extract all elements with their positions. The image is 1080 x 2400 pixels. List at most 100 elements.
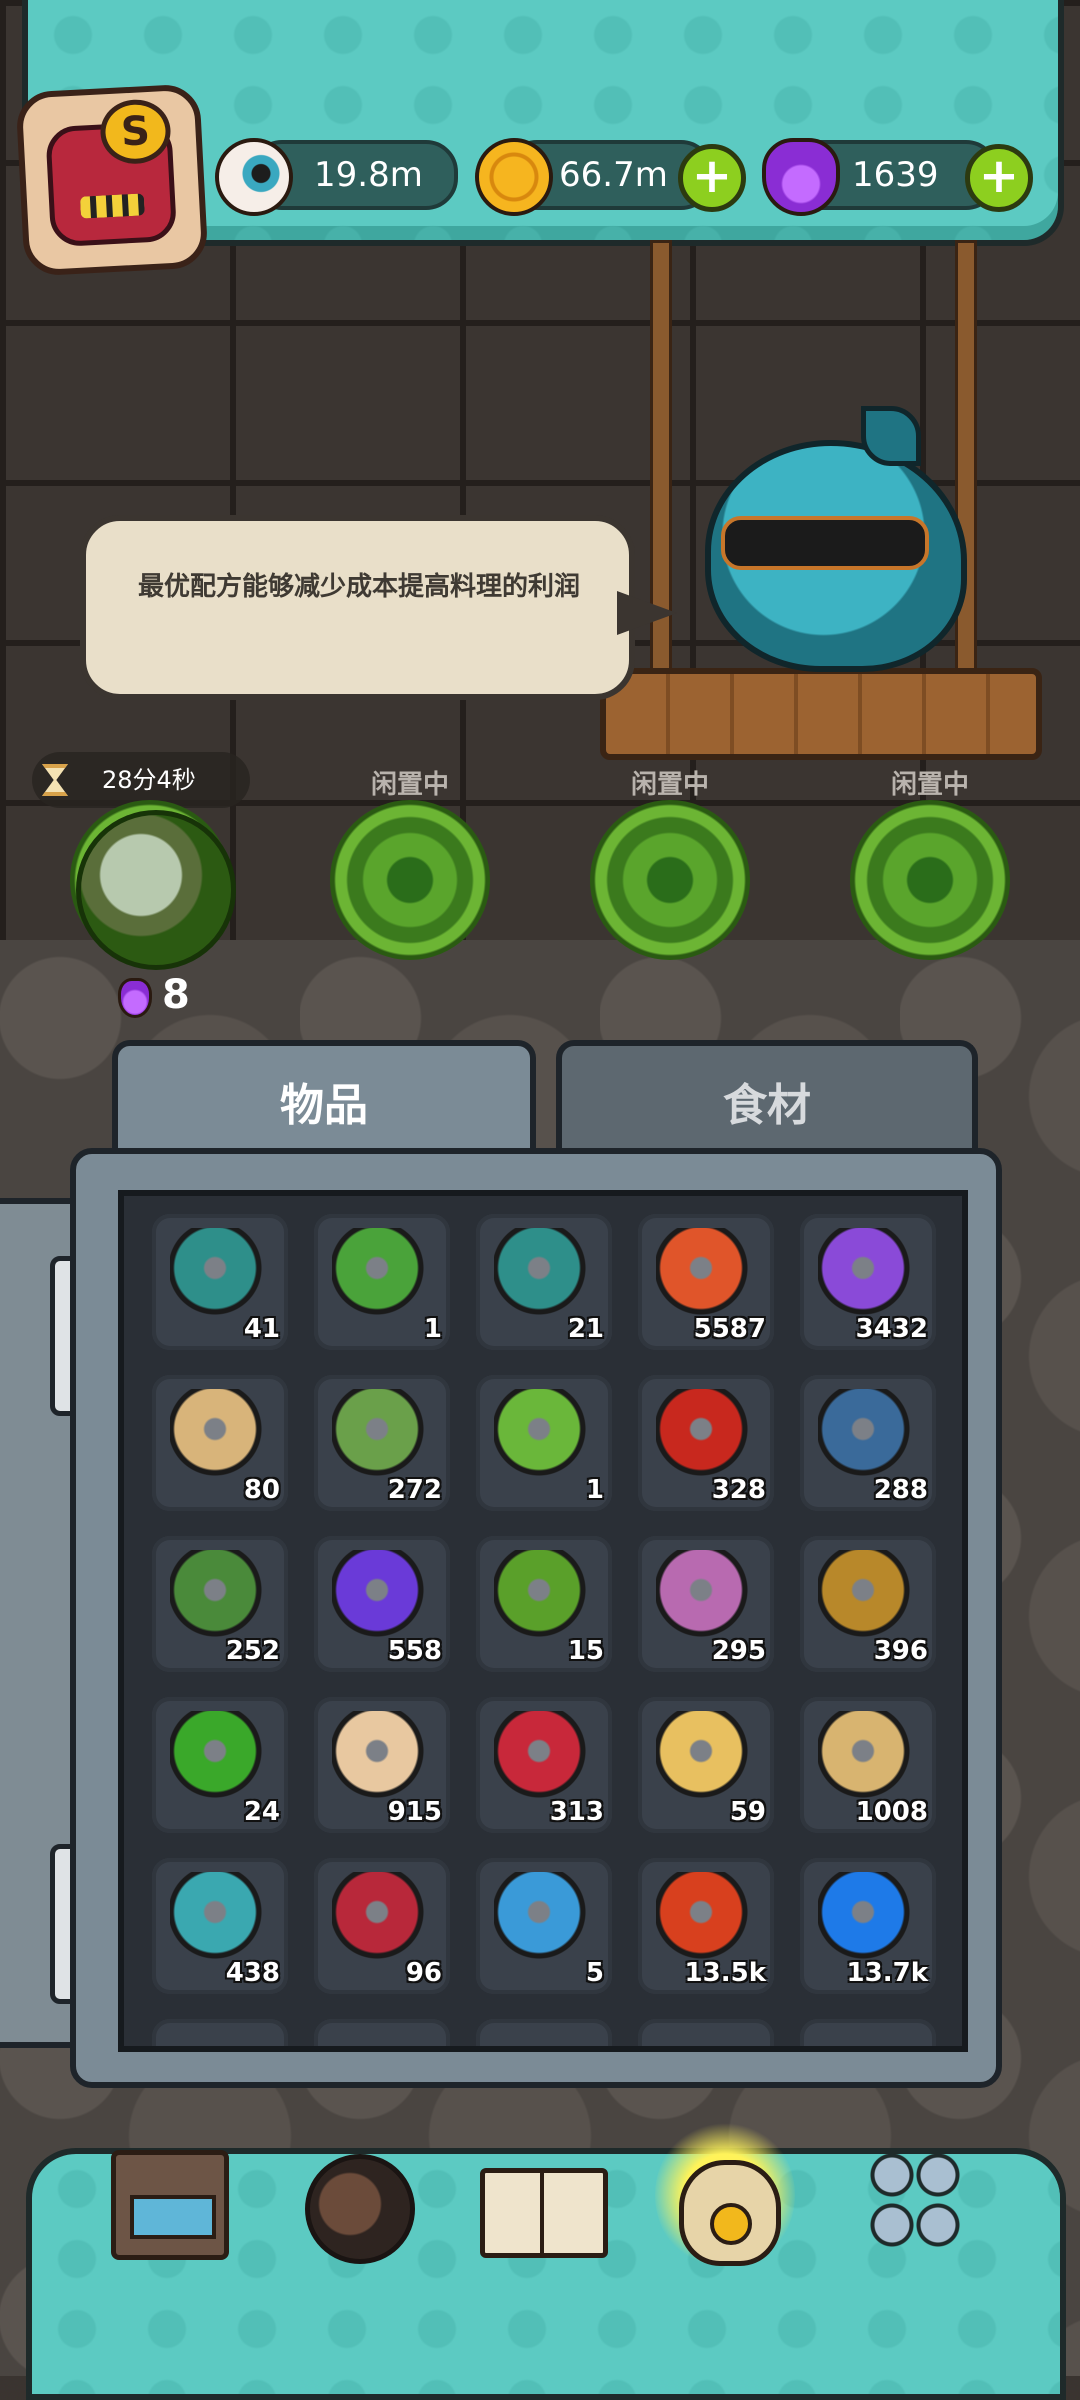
eyeball-icon <box>215 138 293 216</box>
nav-bag-button[interactable] <box>655 2120 795 2270</box>
clover-icon <box>170 1711 270 1811</box>
dark-cookie-icon <box>170 1872 270 1972</box>
add-coins-button[interactable]: + <box>678 144 746 212</box>
inventory-slot[interactable]: 328 <box>638 1375 774 1511</box>
inventory-slot[interactable]: 15 <box>476 1536 612 1672</box>
parchment-icon <box>170 1389 270 1489</box>
inventory-slot[interactable]: 3432 <box>800 1214 936 1350</box>
nav-shop-button[interactable] <box>105 2140 229 2260</box>
inventory-slot[interactable] <box>152 2019 288 2046</box>
item-count: 1 <box>585 1475 604 1505</box>
inventory-slot[interactable]: 1 <box>314 1214 450 1350</box>
speech-bubble: 最优配方能够减少成本提高料理的利润 <box>80 515 677 700</box>
monster-card-icon <box>332 1389 432 1489</box>
item-count: 558 <box>387 1636 442 1666</box>
inventory-slot[interactable]: 41 <box>152 1214 288 1350</box>
tab-ingredients[interactable]: 食材 <box>556 1040 978 1156</box>
green-gift-bag-icon <box>494 1389 594 1489</box>
crystal-cluster-icon <box>332 1550 432 1650</box>
add-potions-button[interactable]: + <box>965 144 1033 212</box>
inventory-slot[interactable]: 80 <box>152 1375 288 1511</box>
slot-status-label: 闲置中 <box>630 770 709 800</box>
inventory-grid[interactable]: 41 1 21 5587 3432 80 272 1 328 288 252 558 15 295 396 2… <box>118 1190 968 2052</box>
restaurant-icon <box>111 2150 229 2260</box>
inventory-slot[interactable]: 59 <box>638 1697 774 1833</box>
speech-text: 最优配方能够减少成本提高料理的利润 <box>138 572 581 602</box>
rank-letter: S <box>98 97 173 166</box>
item-count: 328 <box>711 1475 766 1505</box>
inventory-slot[interactable]: 295 <box>638 1536 774 1672</box>
item-count: 313 <box>549 1797 604 1827</box>
monster-icon <box>305 2154 415 2264</box>
inventory-slot[interactable] <box>800 2019 936 2046</box>
item-count: 915 <box>387 1797 442 1827</box>
rabbit-cake-icon <box>332 1711 432 1811</box>
book-icon <box>480 2168 608 2258</box>
potion-icon <box>118 978 152 1018</box>
cooking-slot-2[interactable] <box>330 800 490 960</box>
rank-badge-monster: S <box>45 97 178 248</box>
coin-icon <box>475 138 553 216</box>
inventory-panel: 41 1 21 5587 3432 80 272 1 328 288 252 558 15 295 396 2… <box>70 1148 1002 2088</box>
item-count: 15 <box>567 1636 604 1666</box>
item-count: 252 <box>225 1636 280 1666</box>
inventory-slot[interactable]: 396 <box>800 1536 936 1672</box>
inventory-slot[interactable]: 13.7k <box>800 1858 936 1994</box>
item-count: 13.7k <box>846 1958 928 1988</box>
inventory-slot[interactable]: 13.5k <box>638 1858 774 1994</box>
item-count: 272 <box>387 1475 442 1505</box>
nav-more-button[interactable] <box>855 2140 975 2260</box>
green-rock-icon <box>494 1550 594 1650</box>
inventory-slot[interactable]: 5 <box>476 1858 612 1994</box>
inventory-slot[interactable]: 915 <box>314 1697 450 1833</box>
item-count: 5587 <box>693 1314 766 1344</box>
item-count: 396 <box>873 1636 928 1666</box>
slot-status-label: 闲置中 <box>370 770 449 800</box>
swing-rope-right <box>955 240 977 686</box>
inventory-slot[interactable]: 1 <box>476 1375 612 1511</box>
item-count: 438 <box>225 1958 280 1988</box>
item-count: 5 <box>585 1958 604 1988</box>
inventory-slot[interactable]: 252 <box>152 1536 288 1672</box>
coin-value: 66.7m <box>559 155 668 195</box>
cooking-slot-monster[interactable] <box>76 810 236 970</box>
inventory-slot[interactable]: 313 <box>476 1697 612 1833</box>
item-count: 13.5k <box>684 1958 766 1988</box>
potion-value: 1639 <box>852 155 939 195</box>
inventory-slot[interactable]: 558 <box>314 1536 450 1672</box>
potion-card-icon <box>170 1550 270 1650</box>
purple-powder-icon <box>818 1228 918 1328</box>
inventory-slot[interactable]: 288 <box>800 1375 936 1511</box>
item-count: 80 <box>243 1475 280 1505</box>
inventory-slot[interactable]: 5587 <box>638 1214 774 1350</box>
item-count: 24 <box>243 1797 280 1827</box>
blue-square-gem-icon <box>818 1872 918 1972</box>
cooking-slot-3[interactable] <box>590 800 750 960</box>
cooking-slot-4[interactable] <box>850 800 1010 960</box>
nav-recipe-book-button[interactable] <box>480 2140 608 2260</box>
item-count: 59 <box>729 1797 766 1827</box>
inventory-slot[interactable]: 1008 <box>800 1697 936 1833</box>
inventory-slot[interactable] <box>638 2019 774 2046</box>
inventory-slot[interactable]: 24 <box>152 1697 288 1833</box>
green-bottle-icon <box>332 1228 432 1328</box>
inventory-slot[interactable]: 21 <box>476 1214 612 1350</box>
item-count: 3432 <box>855 1314 928 1344</box>
slot-status-label: 闲置中 <box>890 770 969 800</box>
grid-icon <box>869 2150 961 2250</box>
item-count: 288 <box>873 1475 928 1505</box>
inventory-slot[interactable] <box>314 2019 450 2046</box>
puzzle-monster-icon <box>494 1872 594 1972</box>
item-count: 295 <box>711 1636 766 1666</box>
hourglass-icon <box>42 764 68 796</box>
slot-reward-count: 8 <box>162 972 190 1018</box>
inventory-slot[interactable]: 96 <box>314 1858 450 1994</box>
inventory-slot[interactable]: 272 <box>314 1375 450 1511</box>
nav-monster-button[interactable] <box>295 2140 415 2264</box>
treasure-card-icon <box>818 1550 918 1650</box>
inventory-slot[interactable]: 438 <box>152 1858 288 1994</box>
red-triangle-gem-icon <box>656 1872 756 1972</box>
inventory-slot[interactable] <box>476 2019 612 2046</box>
item-count: 21 <box>567 1314 604 1344</box>
rank-badge[interactable]: S <box>15 83 209 277</box>
